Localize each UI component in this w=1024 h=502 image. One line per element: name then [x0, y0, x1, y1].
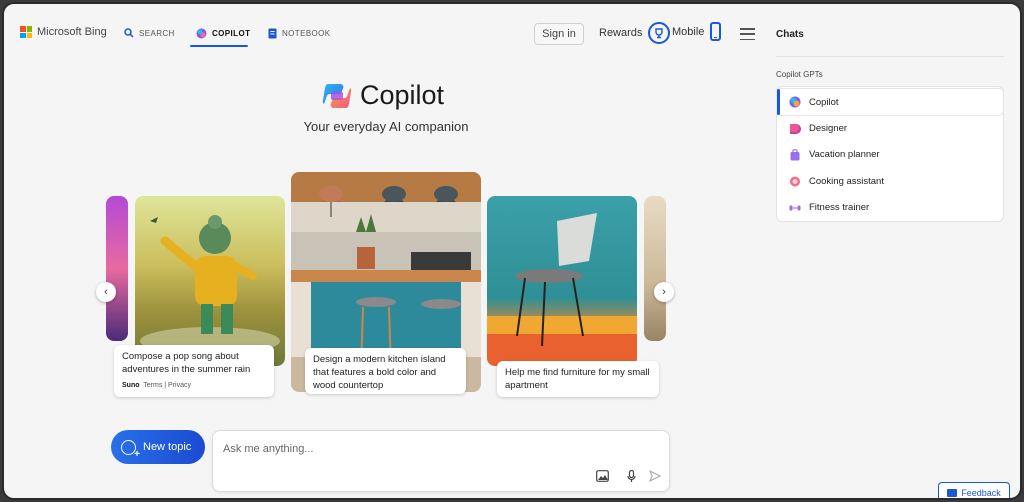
chevron-left-icon: ‹ — [104, 286, 108, 298]
caption-footer: Suno Terms | Privacy — [122, 379, 266, 392]
sign-in-button[interactable]: Sign in — [534, 23, 584, 45]
tab-copilot[interactable]: COPILOT — [196, 28, 250, 39]
tab-notebook-label: NOTEBOOK — [282, 29, 331, 38]
microphone-icon[interactable] — [624, 469, 638, 483]
copilot-icon — [196, 28, 207, 39]
carousel-card-partial-right[interactable] — [644, 196, 666, 341]
gpt-item-vacation-planner[interactable]: Vacation planner — [777, 142, 1003, 168]
vacation-planner-icon — [790, 149, 800, 161]
carousel-caption-furniture[interactable]: Help me find furniture for my small apar… — [497, 361, 659, 397]
send-icon[interactable] — [648, 469, 662, 483]
feedback-button[interactable]: Feedback — [938, 482, 1010, 498]
gpt-item-label: Vacation planner — [809, 149, 880, 161]
chevron-right-icon: › — [662, 286, 666, 298]
gpt-item-label: Designer — [809, 123, 848, 135]
notebook-icon — [268, 28, 277, 39]
designer-icon — [790, 123, 801, 134]
chair-image — [487, 213, 637, 366]
feedback-label: Feedback — [961, 487, 1001, 498]
mobile-button[interactable]: Mobile — [672, 22, 722, 41]
menu-icon[interactable] — [740, 28, 755, 40]
gpt-item-copilot[interactable]: Copilot — [777, 89, 1003, 116]
terms-privacy-link[interactable]: Terms | Privacy — [143, 382, 191, 389]
hero-subtitle: Your everyday AI companion — [303, 119, 469, 134]
hero-title-text: Copilot — [360, 80, 445, 110]
microsoft-logo-icon — [20, 26, 32, 38]
caption-text: Help me find furniture for my small apar… — [505, 367, 650, 391]
gpt-item-label: Cooking assistant — [809, 175, 884, 187]
caption-text: Design a modern kitchen island that feat… — [313, 354, 446, 391]
cooking-assistant-icon — [790, 176, 800, 187]
new-topic-button[interactable]: New topic — [111, 430, 205, 464]
phone-icon — [710, 22, 722, 41]
new-topic-label: New topic — [143, 441, 192, 453]
gpt-item-label: Fitness trainer — [809, 202, 870, 214]
active-tab-indicator — [190, 45, 248, 47]
carousel-prev-button[interactable]: ‹ — [96, 282, 116, 302]
chats-panel: Chats Copilot GPTs Copilot Designer Vaca… — [764, 4, 1020, 498]
hero-title: Copilot — [322, 80, 444, 111]
gpt-item-label: Copilot — [809, 96, 839, 108]
copilot-gpts-label: Copilot GPTs — [776, 70, 823, 79]
panel-divider — [776, 56, 1004, 57]
carousel-caption-song[interactable]: Compose a pop song about adventures in t… — [114, 345, 274, 397]
chats-title: Chats — [776, 29, 804, 40]
tab-copilot-label: COPILOT — [212, 29, 251, 38]
image-upload-icon[interactable] — [595, 469, 609, 483]
suno-brand: Suno — [122, 382, 140, 389]
carousel-caption-kitchen[interactable]: Design a modern kitchen island that feat… — [305, 348, 466, 394]
gpt-item-fitness-trainer[interactable]: Fitness trainer — [777, 195, 1003, 221]
search-icon — [124, 28, 134, 38]
gpt-item-cooking-assistant[interactable]: Cooking assistant — [777, 168, 1003, 194]
gpt-item-designer[interactable]: Designer — [777, 115, 1003, 141]
carousel-card-song[interactable] — [135, 196, 285, 366]
caption-text: Compose a pop song about adventures in t… — [122, 351, 251, 375]
carousel-next-button[interactable]: › — [654, 282, 674, 302]
top-header: Microsoft Bing SEARCH COPILOT NOTEBOOK S… — [4, 4, 764, 52]
new-chat-icon — [121, 439, 140, 460]
ask-box[interactable] — [212, 430, 670, 492]
rewards-label: Rewards — [599, 27, 643, 39]
fitness-trainer-icon — [789, 205, 801, 211]
child-in-rain-image — [140, 215, 280, 355]
tab-notebook[interactable]: NOTEBOOK — [268, 28, 331, 39]
brand-name: Microsoft Bing — [37, 26, 107, 38]
copilot-logo-icon — [322, 83, 352, 108]
tab-search-label: SEARCH — [139, 28, 175, 38]
bing-logo[interactable]: Microsoft Bing — [20, 26, 107, 38]
ask-input[interactable] — [223, 440, 583, 458]
browser-window: Microsoft Bing SEARCH COPILOT NOTEBOOK S… — [2, 2, 1022, 500]
copilot-icon — [789, 96, 801, 108]
gpt-list: Copilot Designer Vacation planner Cookin… — [776, 86, 1004, 222]
carousel-card-furniture[interactable] — [487, 196, 637, 366]
carousel-card-partial-left[interactable] — [106, 196, 128, 341]
rewards-button[interactable]: Rewards — [599, 22, 671, 44]
tab-search[interactable]: SEARCH — [124, 28, 175, 38]
mobile-label: Mobile — [672, 25, 705, 38]
rewards-trophy-icon — [648, 22, 671, 44]
feedback-icon — [947, 488, 958, 497]
